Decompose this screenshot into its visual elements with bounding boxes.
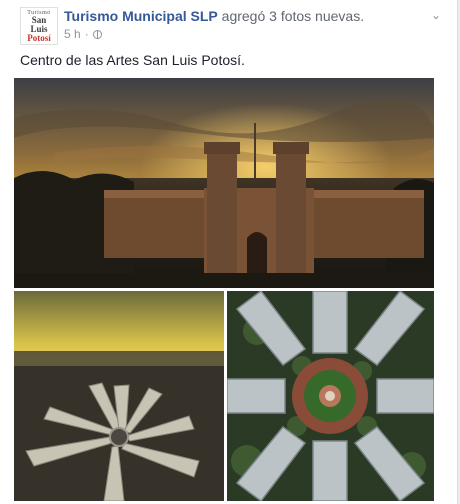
post-action-text: agregó 3 fotos nuevas. <box>217 8 365 24</box>
post-timestamp[interactable]: 5 h <box>64 27 81 41</box>
post-header: Turismo San Luis Potosí Turismo Municipa… <box>16 6 445 46</box>
page-avatar[interactable]: Turismo San Luis Potosí <box>20 7 58 45</box>
photo-castle-sunset-image <box>14 78 434 288</box>
photo-aerial-top-image <box>227 291 434 501</box>
meta-separator: · <box>84 27 89 41</box>
post-headline: Turismo Municipal SLP agregó 3 fotos nue… <box>64 8 364 24</box>
photo-castle-sunset[interactable] <box>14 78 434 288</box>
avatar-text-line4: Potosí <box>27 32 51 43</box>
feed-post: Turismo San Luis Potosí Turismo Municipa… <box>0 0 458 504</box>
page-name-link[interactable]: Turismo Municipal SLP <box>64 8 218 24</box>
post-meta: 5 h · <box>64 27 102 41</box>
post-caption: Centro de las Artes San Luis Potosí. <box>20 52 245 68</box>
globe-icon[interactable] <box>92 29 102 39</box>
chevron-down-icon[interactable]: ⌄ <box>429 8 443 22</box>
photo-aerial-wide-image <box>14 291 224 501</box>
photo-aerial-wide[interactable] <box>14 291 224 501</box>
photo-aerial-top[interactable] <box>227 291 434 501</box>
